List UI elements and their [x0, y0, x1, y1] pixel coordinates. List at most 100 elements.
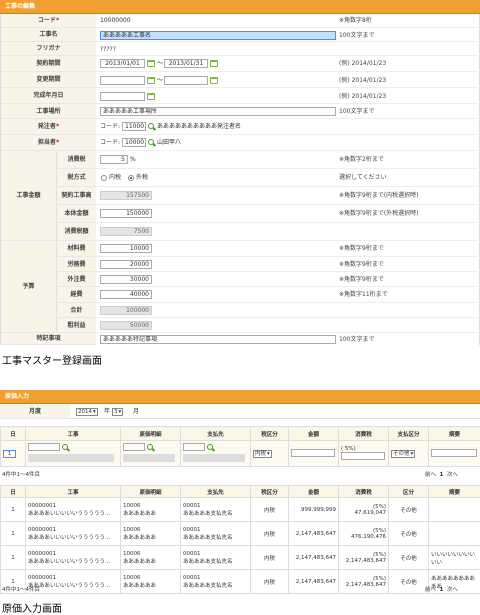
- expense-note: ※角数字11桁まで: [339, 290, 388, 299]
- name-input[interactable]: あああああ工事名: [100, 31, 336, 40]
- payee-code-input[interactable]: [183, 443, 205, 451]
- range-text-top: 4件中1〜4件目: [2, 471, 40, 480]
- pager-next[interactable]: 次へ: [447, 472, 458, 478]
- pager-prev[interactable]: 前へ: [425, 587, 436, 593]
- day-input[interactable]: 1: [3, 450, 16, 458]
- period-tilde: 〜: [157, 59, 163, 68]
- tax-amt-input[interactable]: [341, 452, 385, 460]
- cell-payee-name: あああああ支払先名: [183, 583, 233, 589]
- col-detail: 原価明細: [121, 427, 181, 441]
- material-note: ※角数字9桁まで: [339, 244, 384, 253]
- pager-next[interactable]: 次へ: [447, 587, 458, 593]
- cell-tax-amt: 47,619,047: [355, 510, 387, 516]
- table-row[interactable]: 100000001ああああいいいいいううううう...10006ああああああ000…: [1, 522, 480, 546]
- calendar-icon[interactable]: [210, 77, 218, 84]
- label-code: コード: [1, 14, 96, 28]
- change-to-input[interactable]: [164, 76, 208, 85]
- cell-proj-name: ああああいいいいいううううう...: [28, 559, 110, 565]
- cell-proj-code: 00000001: [28, 551, 56, 557]
- pager-bottom: 前へ 1 次へ: [425, 586, 458, 595]
- outsource-input[interactable]: 30000: [100, 275, 152, 284]
- orderer-code-prefix: コード:: [100, 122, 120, 131]
- cell-tax-amt: 2,147,483,647: [346, 582, 386, 588]
- cell-proj-code: 00000001: [28, 575, 56, 581]
- tax-out-radio[interactable]: [128, 175, 134, 181]
- memo-input[interactable]: [431, 449, 477, 457]
- cell-proj-code: 00000001: [28, 503, 56, 509]
- table-row[interactable]: 100000001ああああいいいいいううううう...10006ああああああ000…: [1, 546, 480, 570]
- kana-value: ?????: [100, 45, 116, 54]
- pager-prev[interactable]: 前へ: [425, 472, 436, 478]
- search-icon[interactable]: [207, 444, 214, 451]
- project-code-input[interactable]: [28, 443, 60, 451]
- calendar-icon[interactable]: [210, 60, 218, 67]
- label-budget: 予算: [1, 241, 56, 333]
- tax-select[interactable]: 内税: [253, 450, 272, 458]
- detail-code-input[interactable]: [123, 443, 145, 451]
- cell-detail-name: ああああああ: [123, 583, 156, 589]
- search-icon[interactable]: [148, 123, 154, 129]
- tax-amount-input: 7500: [100, 227, 152, 236]
- place-input[interactable]: あああああ工事場所: [100, 107, 336, 116]
- table-row[interactable]: 100000001ああああいいいいいううううう...10006ああああああ000…: [1, 570, 480, 594]
- label-base-amount: 本体金額: [56, 205, 96, 223]
- tax-in-radio[interactable]: [101, 175, 107, 181]
- special-input[interactable]: あああああ特記事項: [100, 335, 336, 344]
- base-amount-input[interactable]: 150000: [100, 209, 152, 218]
- cell-memo: いいいいいいいいいい: [431, 552, 475, 566]
- month-select[interactable]: 3: [112, 408, 123, 416]
- expense-input[interactable]: 40000: [100, 290, 152, 299]
- cell-payee-code: 00001: [183, 503, 201, 509]
- label-tax-method: 税方式: [56, 169, 96, 187]
- period-from-input[interactable]: 2013/01/01: [100, 59, 145, 68]
- calendar-icon[interactable]: [147, 77, 155, 84]
- completion-input[interactable]: [100, 92, 145, 101]
- tax-method-note: 選択してください: [339, 173, 387, 182]
- pay-kubun-select[interactable]: その他: [391, 450, 415, 458]
- list-col-tax-amt: 消費税: [339, 486, 389, 498]
- range-text-bottom: 4件中1〜4件目: [2, 586, 40, 595]
- cell-proj-code: 00000001: [28, 527, 56, 533]
- cell-detail-name: ああああああ: [123, 559, 156, 565]
- col-payee: 支払先: [181, 427, 251, 441]
- cell-payee-code: 00001: [183, 551, 201, 557]
- material-input[interactable]: 10000: [100, 244, 152, 253]
- pager-top: 前へ 1 次へ: [425, 471, 458, 480]
- col-tax: 税区分: [251, 427, 289, 441]
- change-note: (例) 2014/01/23: [339, 76, 386, 85]
- amount-input[interactable]: [291, 449, 335, 457]
- col-pay-kubun: 支払区分: [389, 427, 429, 441]
- year-select[interactable]: 2014: [76, 408, 98, 416]
- orderer-code-input[interactable]: 11000: [122, 122, 146, 131]
- code-note: ※角数字8桁: [339, 16, 372, 25]
- search-icon[interactable]: [148, 139, 154, 145]
- period-to-input[interactable]: 2013/01/31: [164, 59, 208, 68]
- label-labor: 労務費: [56, 257, 96, 272]
- year-suffix: 年: [104, 407, 110, 416]
- cell-proj-name: ああああいいいいいううううう...: [28, 583, 110, 589]
- calendar-icon[interactable]: [147, 93, 155, 100]
- cell-payee-code: 00001: [183, 575, 201, 581]
- col-amount: 金額: [289, 427, 339, 441]
- label-period: 契約期間: [1, 56, 96, 72]
- manager-code-input[interactable]: 10000: [122, 138, 146, 147]
- labor-input[interactable]: 20000: [100, 260, 152, 269]
- tax-rate-input[interactable]: 5: [100, 155, 128, 164]
- label-completion: 完成年月日: [1, 88, 96, 104]
- search-icon[interactable]: [147, 444, 154, 451]
- label-contract-amount: 契約工事高: [56, 187, 96, 205]
- pager-page[interactable]: 1: [440, 587, 444, 593]
- pager-page[interactable]: 1: [440, 472, 444, 478]
- list-col-memo: 摘要: [429, 486, 480, 498]
- table-row[interactable]: 100000001ああああいいいいいううううう...10006ああああああ000…: [1, 498, 480, 522]
- calendar-icon[interactable]: [147, 60, 155, 67]
- label-special: 特記事項: [1, 333, 96, 345]
- search-icon[interactable]: [62, 444, 69, 451]
- special-note: 100文字まで: [339, 335, 374, 344]
- col-tax-amt: 消費税: [339, 427, 389, 441]
- col-project: 工事: [26, 427, 121, 441]
- labor-note: ※角数字9桁まで: [339, 260, 384, 269]
- change-from-input[interactable]: [100, 76, 145, 85]
- cell-payee-code: 00001: [183, 527, 201, 533]
- contract-amount-input: 157500: [100, 191, 152, 200]
